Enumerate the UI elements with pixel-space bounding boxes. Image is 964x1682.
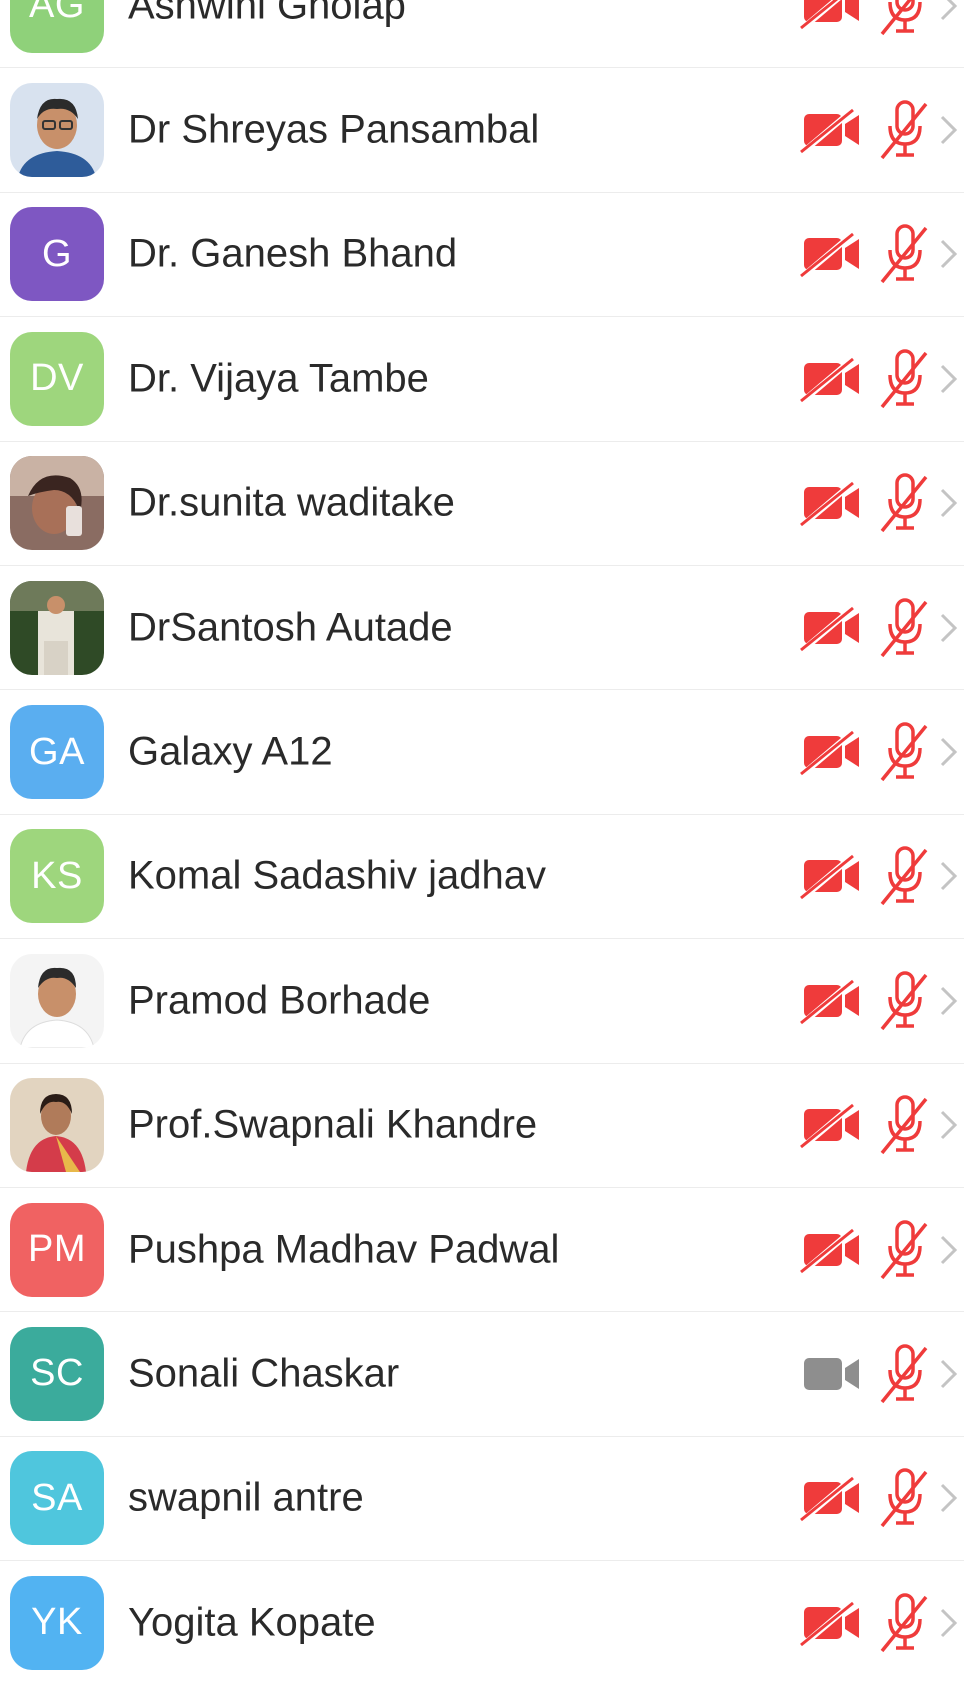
participant-initials: SA <box>31 1476 83 1519</box>
participant-avatar: SC <box>10 1326 104 1421</box>
mic-muted-icon <box>880 224 932 284</box>
participant-initials: GA <box>29 730 85 773</box>
chevron-right-icon[interactable] <box>938 363 960 395</box>
chevron-right-icon[interactable] <box>938 1358 960 1390</box>
chevron-right-icon[interactable] <box>938 487 960 519</box>
participant-initials: YK <box>31 1601 83 1644</box>
chevron-right-icon[interactable] <box>938 1482 960 1514</box>
participant-avatar-photo <box>10 953 104 1048</box>
chevron-right-icon[interactable] <box>938 1109 960 1141</box>
chevron-right-icon[interactable] <box>938 612 960 644</box>
participant-row[interactable]: Pramod Borhade <box>0 939 964 1064</box>
video-off-icon <box>800 603 861 652</box>
participant-name: swapnil antre <box>128 1475 364 1520</box>
participant-name: Sonali Chaskar <box>128 1351 400 1396</box>
participant-initials: KS <box>31 854 83 897</box>
mic-muted-icon <box>880 1344 932 1404</box>
video-off-icon <box>800 230 861 279</box>
participant-name: Ashwini Gholap <box>128 0 406 28</box>
video-off-icon <box>800 1100 861 1150</box>
mic-muted-icon <box>880 1095 932 1155</box>
participant-initials: SC <box>30 1352 84 1395</box>
participant-name: Galaxy A12 <box>128 729 333 774</box>
participants-list-inner: AG Ashwini Gholap Dr Shreyas Pansambal G… <box>0 0 964 1682</box>
chevron-right-icon[interactable] <box>938 985 960 1017</box>
participant-avatar-photo <box>10 456 104 551</box>
mic-muted-icon <box>880 846 932 906</box>
participant-avatar: SA <box>10 1451 104 1546</box>
video-off-icon <box>800 1225 861 1274</box>
mic-muted-icon <box>880 1468 932 1528</box>
chevron-right-icon[interactable] <box>938 114 960 146</box>
participant-name: Komal Sadashiv jadhav <box>128 853 547 898</box>
video-off-icon <box>800 105 861 155</box>
chevron-right-icon[interactable] <box>938 1234 960 1266</box>
video-off-icon <box>800 354 861 404</box>
participant-row[interactable]: SC Sonali Chaskar <box>0 1312 964 1437</box>
participant-avatar: PM <box>10 1202 104 1297</box>
participant-row[interactable]: DV Dr. Vijaya Tambe <box>0 317 964 442</box>
participant-row[interactable]: GA Galaxy A12 <box>0 690 964 815</box>
participant-row[interactable]: Dr.sunita waditake <box>0 441 964 566</box>
participant-name: Dr Shreyas Pansambal <box>128 107 540 152</box>
participant-row[interactable]: DrSantosh Autade <box>0 565 964 691</box>
video-off-icon <box>800 1474 861 1523</box>
participant-row[interactable]: SA swapnil antre <box>0 1436 964 1562</box>
participant-name: DrSantosh Autade <box>128 605 453 650</box>
chevron-right-icon[interactable] <box>938 860 960 892</box>
video-off-icon <box>800 727 861 777</box>
participant-avatar-photo <box>10 580 104 675</box>
mic-muted-icon <box>880 971 932 1031</box>
participants-list: AG Ashwini Gholap Dr Shreyas Pansambal G… <box>0 0 964 1682</box>
participant-name: Yogita Kopate <box>128 1600 376 1645</box>
participant-initials: AG <box>29 0 85 27</box>
mic-muted-icon <box>880 349 932 409</box>
participant-row[interactable]: PM Pushpa Madhav Padwal <box>0 1187 964 1313</box>
participant-avatar: YK <box>10 1575 104 1670</box>
participant-avatar: DV <box>10 331 104 426</box>
participant-avatar-photo <box>10 1078 104 1173</box>
video-off-icon <box>800 976 861 1026</box>
mic-muted-icon <box>880 1219 932 1280</box>
participant-avatar-photo <box>10 83 104 178</box>
video-off-icon <box>800 852 861 901</box>
chevron-right-icon[interactable] <box>938 0 960 22</box>
participant-name: Dr.sunita waditake <box>128 480 455 525</box>
participant-initials: DV <box>30 357 84 400</box>
mic-muted-icon <box>880 1593 932 1653</box>
participant-avatar: G <box>10 207 104 302</box>
mic-muted-icon <box>880 100 932 160</box>
participant-row[interactable]: AG Ashwini Gholap <box>0 0 964 69</box>
mic-muted-icon <box>880 0 932 36</box>
participant-row[interactable]: G Dr. Ganesh Bhand <box>0 192 964 318</box>
video-on-icon <box>803 1352 861 1396</box>
participant-avatar: AG <box>10 0 104 53</box>
participant-name: Dr. Ganesh Bhand <box>128 231 458 276</box>
participant-name: Dr. Vijaya Tambe <box>128 356 429 401</box>
mic-muted-icon <box>880 473 932 533</box>
participant-avatar: GA <box>10 705 104 800</box>
chevron-right-icon[interactable] <box>938 238 960 270</box>
participant-row[interactable]: Prof.Swapnali Khandre <box>0 1063 964 1188</box>
participant-row[interactable]: YK Yogita Kopate <box>0 1561 964 1682</box>
mic-muted-icon <box>880 722 932 782</box>
video-off-icon <box>800 478 861 528</box>
participant-row[interactable]: Dr Shreyas Pansambal <box>0 68 964 193</box>
participant-avatar: KS <box>10 829 104 924</box>
video-off-icon <box>800 0 861 30</box>
participant-row[interactable]: KS Komal Sadashiv jadhav <box>0 814 964 940</box>
participant-name: Prof.Swapnali Khandre <box>128 1102 538 1147</box>
participant-initials: G <box>41 232 73 275</box>
chevron-right-icon[interactable] <box>938 1607 960 1639</box>
mic-muted-icon <box>880 597 932 658</box>
participant-name: Pushpa Madhav Padwal <box>128 1227 560 1272</box>
video-off-icon <box>800 1598 861 1648</box>
chevron-right-icon[interactable] <box>938 736 960 768</box>
participant-initials: PM <box>28 1228 86 1271</box>
participant-name: Pramod Borhade <box>128 978 431 1023</box>
